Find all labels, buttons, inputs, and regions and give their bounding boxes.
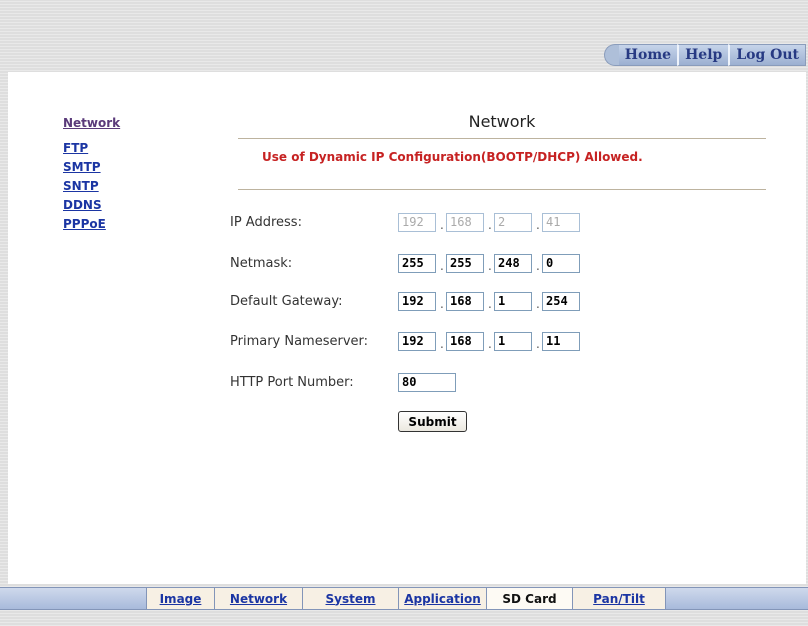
octet-separator: . [440,218,444,232]
bottom-navigation: Image Network System Application SD Card… [0,587,808,610]
http-port-label: HTTP Port Number: [230,375,354,390]
octet-separator: . [536,297,540,311]
nameserver-octet-3[interactable]: 1 [494,332,532,351]
tab-application[interactable]: Application [398,588,486,609]
sidebar-item-ddns[interactable]: DDNS [63,196,120,215]
octet-separator: . [536,218,540,232]
ip-address-octet-2[interactable]: 168 [446,213,484,232]
gateway-label: Default Gateway: [230,294,343,309]
octet-separator: . [488,297,492,311]
tab-system[interactable]: System [302,588,398,609]
sidebar-item-ftp[interactable]: FTP [63,139,120,158]
logout-link[interactable]: Log Out [728,44,806,66]
nav-cap [603,44,619,66]
octet-separator: . [440,297,444,311]
help-link[interactable]: Help [677,44,729,66]
nameserver-octet-2[interactable]: 168 [446,332,484,351]
dhcp-notice: Use of Dynamic IP Configuration(BOOTP/DH… [262,150,643,164]
divider-bottom [238,189,766,190]
octet-separator: . [536,259,540,273]
divider-top [238,138,766,139]
sidebar-item-pppoe[interactable]: PPPoE [63,215,120,234]
bottom-nav-spacer [0,588,146,609]
top-navigation: Home Help Log Out [603,44,806,66]
ip-address-octet-4[interactable]: 41 [542,213,580,232]
home-link[interactable]: Home [618,44,678,66]
gateway-octet-2[interactable]: 168 [446,292,484,311]
content-panel: Network FTP SMTP SNTP DDNS PPPoE Network… [8,72,806,584]
sidebar: Network FTP SMTP SNTP DDNS PPPoE [63,114,120,234]
netmask-octet-1[interactable]: 255 [398,254,436,273]
gateway-octet-3[interactable]: 1 [494,292,532,311]
sidebar-item-smtp[interactable]: SMTP [63,158,120,177]
gateway-octet-1[interactable]: 192 [398,292,436,311]
tab-image[interactable]: Image [146,588,214,609]
tab-network[interactable]: Network [214,588,302,609]
netmask-octet-2[interactable]: 255 [446,254,484,273]
gateway-octet-4[interactable]: 254 [542,292,580,311]
ip-address-octet-1[interactable]: 192 [398,213,436,232]
submit-button[interactable]: Submit [398,411,467,432]
netmask-octet-4[interactable]: 0 [542,254,580,273]
tab-pan-tilt[interactable]: Pan/Tilt [572,588,666,609]
nameserver-label: Primary Nameserver: [230,334,369,349]
netmask-octet-3[interactable]: 248 [494,254,532,273]
sidebar-item-network[interactable]: Network [63,114,120,133]
sidebar-item-sntp[interactable]: SNTP [63,177,120,196]
nameserver-octet-1[interactable]: 192 [398,332,436,351]
octet-separator: . [488,259,492,273]
octet-separator: . [488,337,492,351]
http-port-input[interactable]: 80 [398,373,456,392]
octet-separator: . [536,337,540,351]
ip-address-label: IP Address: [230,215,302,230]
octet-separator: . [488,218,492,232]
ip-address-octet-3[interactable]: 2 [494,213,532,232]
tab-sd-card[interactable]: SD Card [486,588,572,609]
octet-separator: . [440,337,444,351]
netmask-label: Netmask: [230,256,293,271]
octet-separator: . [440,259,444,273]
nameserver-octet-4[interactable]: 11 [542,332,580,351]
page-title: Network [468,112,536,131]
